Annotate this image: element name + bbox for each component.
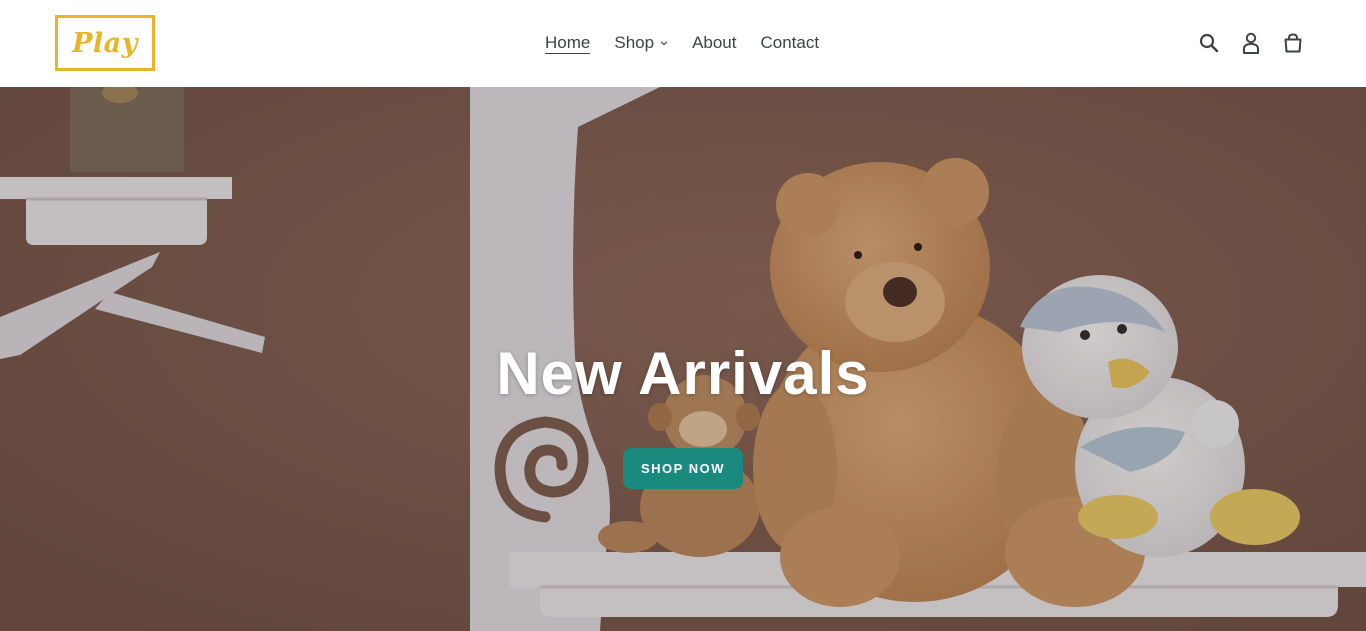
chevron-down-icon	[660, 41, 668, 46]
account-icon[interactable]	[1238, 30, 1264, 56]
nav-shop-label: Shop	[614, 33, 655, 52]
header-icons	[1196, 30, 1306, 56]
nav-contact[interactable]: Contact	[761, 32, 820, 54]
logo-link[interactable]: Play	[55, 15, 155, 71]
hero-title: New Arrivals	[496, 340, 870, 407]
logo-text: Play	[72, 27, 138, 59]
hero-banner: New Arrivals SHOP NOW	[0, 87, 1366, 631]
site-header: Play Home Shop About Contact	[0, 0, 1366, 87]
nav-home[interactable]: Home	[545, 33, 591, 54]
search-icon[interactable]	[1196, 30, 1222, 56]
cart-icon[interactable]	[1280, 30, 1306, 56]
nav-about[interactable]: About	[692, 32, 736, 54]
shop-now-button[interactable]: SHOP NOW	[623, 448, 743, 489]
nav-shop[interactable]: Shop	[614, 32, 668, 54]
main-nav: Home Shop About Contact	[545, 32, 843, 54]
